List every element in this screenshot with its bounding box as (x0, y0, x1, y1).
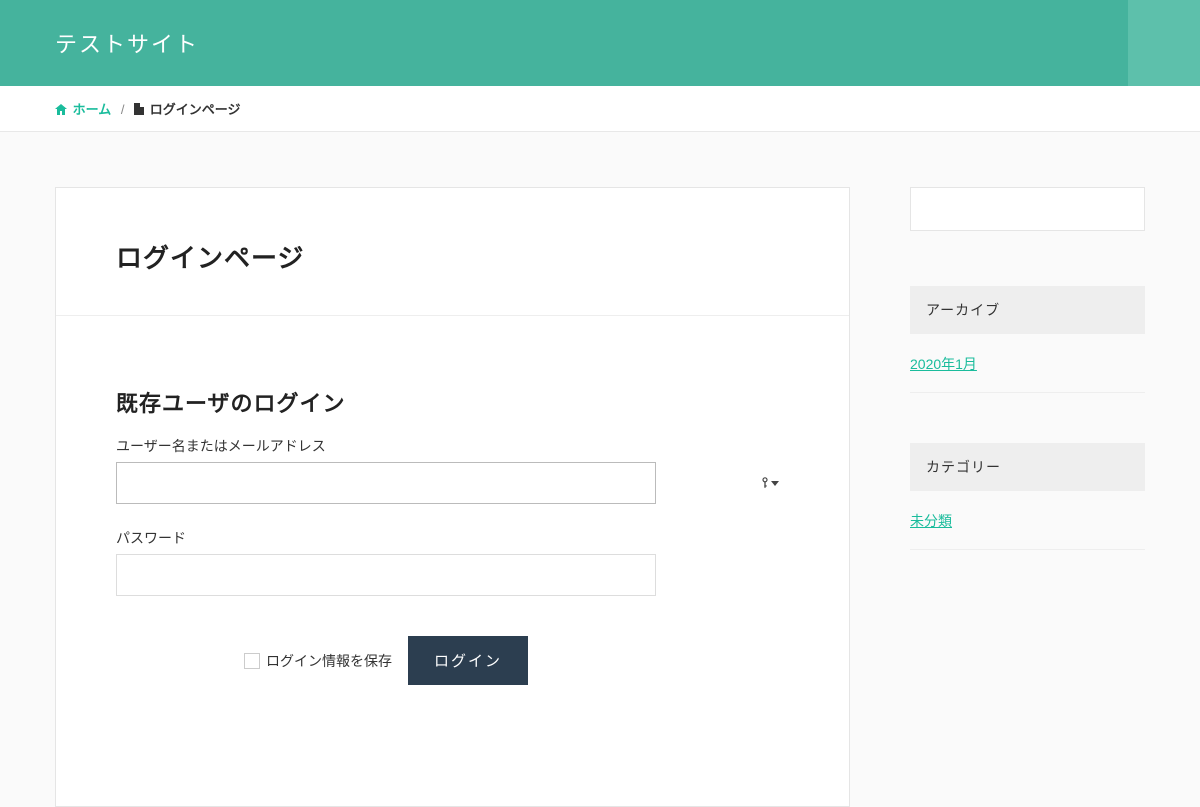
remember-checkbox[interactable] (244, 653, 260, 669)
content-panel: ログインページ 既存ユーザのログイン ユーザー名またはメールアドレス パスワード… (55, 187, 850, 807)
search-input[interactable] (910, 187, 1145, 231)
home-icon (55, 103, 67, 114)
archive-widget: アーカイブ 2020年1月 (910, 286, 1145, 393)
remember-label: ログイン情報を保存 (266, 651, 392, 671)
category-widget: カテゴリー 未分類 (910, 443, 1145, 550)
archive-widget-title: アーカイブ (910, 286, 1145, 334)
breadcrumb-home-link[interactable]: ホーム (55, 102, 115, 117)
archive-link[interactable]: 2020年1月 (910, 354, 1145, 374)
username-field-wrap (116, 462, 789, 504)
key-icon[interactable] (761, 477, 779, 489)
login-button[interactable]: ログイン (408, 636, 528, 685)
login-form: 既存ユーザのログイン ユーザー名またはメールアドレス パスワード ログイン情報を… (56, 316, 849, 725)
username-label: ユーザー名またはメールアドレス (116, 436, 789, 456)
username-input[interactable] (116, 462, 656, 504)
category-widget-title: カテゴリー (910, 443, 1145, 491)
file-icon (134, 103, 144, 115)
remember-me[interactable]: ログイン情報を保存 (244, 651, 392, 671)
sidebar: アーカイブ 2020年1月 カテゴリー 未分類 (910, 187, 1145, 807)
category-link[interactable]: 未分類 (910, 511, 1145, 531)
password-input[interactable] (116, 554, 656, 596)
breadcrumb-current-label: ログインページ (150, 102, 241, 117)
widget-divider (910, 549, 1145, 550)
breadcrumb-current: ログインページ (134, 102, 240, 117)
login-form-heading: 既存ユーザのログイン (116, 386, 789, 418)
widget-divider (910, 392, 1145, 393)
page-title: ログインページ (56, 188, 849, 316)
site-title[interactable]: テストサイト (55, 27, 199, 59)
breadcrumb-separator: / (121, 102, 125, 117)
password-label: パスワード (116, 528, 789, 548)
form-actions: ログイン情報を保存 ログイン (116, 636, 656, 685)
breadcrumb-home-label: ホーム (73, 102, 112, 117)
main-area: ログインページ 既存ユーザのログイン ユーザー名またはメールアドレス パスワード… (0, 132, 1200, 807)
breadcrumb: ホーム / ログインページ (0, 86, 1200, 132)
site-header: テストサイト (0, 0, 1200, 86)
password-field-wrap (116, 554, 789, 596)
